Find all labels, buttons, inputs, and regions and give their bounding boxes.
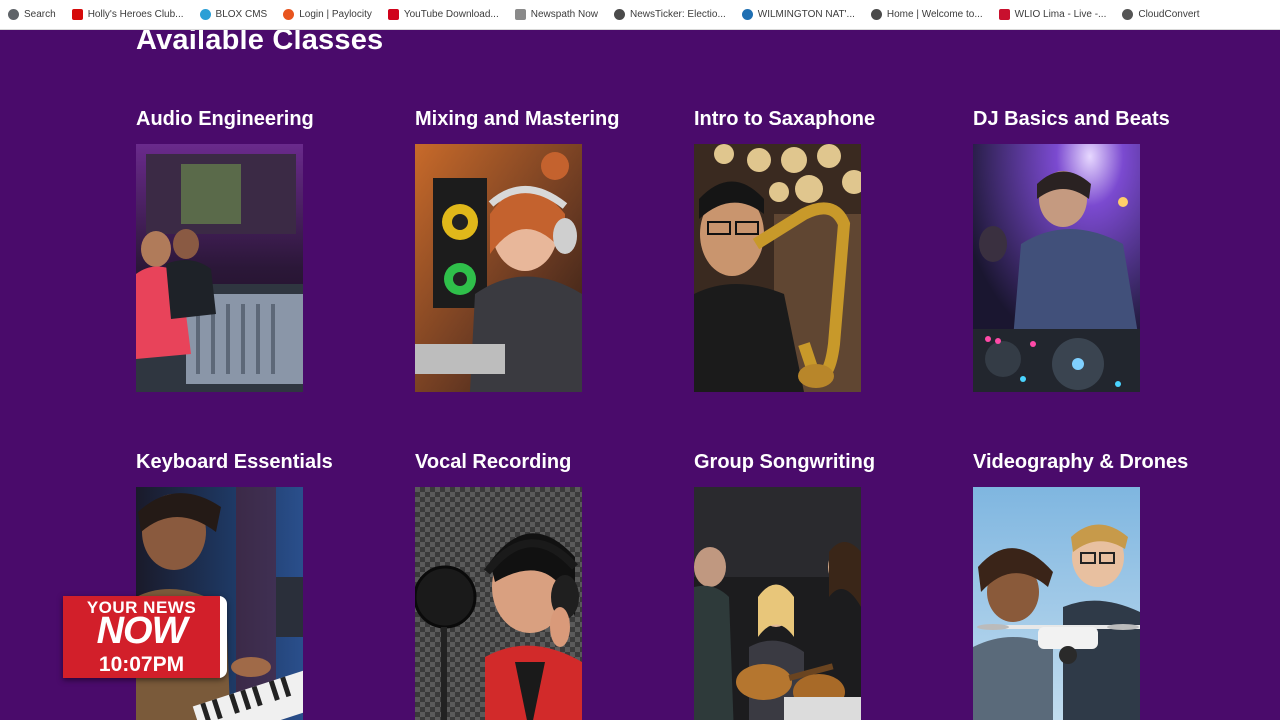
bookmark-blox-cms[interactable]: BLOX CMS bbox=[199, 4, 274, 26]
bookmark-label: BLOX CMS bbox=[215, 9, 268, 20]
globe-icon bbox=[614, 9, 626, 20]
class-title[interactable]: Videography & Drones bbox=[973, 451, 1188, 474]
news-logo-badge: YOUR NEWS NOW 10:07PM bbox=[63, 596, 227, 678]
bookmark-home-welcome[interactable]: Home | Welcome to... bbox=[870, 4, 989, 26]
class-title[interactable]: Mixing and Mastering bbox=[415, 108, 619, 131]
page-content: Available Classes Audio Engineering Mixi… bbox=[0, 30, 1280, 720]
bookmark-newspath[interactable]: Newspath Now bbox=[514, 4, 604, 26]
mixing-mastering-photo[interactable] bbox=[415, 144, 582, 392]
badge-line2: NOW bbox=[96, 610, 188, 652]
badge-time: 10:07PM bbox=[98, 653, 185, 676]
bookmark-label: Holly's Heroes Club... bbox=[87, 9, 184, 20]
bookmark-label: Login | Paylocity bbox=[299, 9, 372, 20]
cloud-icon bbox=[1122, 9, 1134, 20]
espn-icon bbox=[71, 9, 83, 20]
bookmark-label: Newspath Now bbox=[530, 9, 599, 20]
class-title[interactable]: Keyboard Essentials bbox=[136, 451, 333, 474]
bookmark-label: Search bbox=[24, 9, 56, 20]
class-title[interactable]: DJ Basics and Beats bbox=[973, 108, 1170, 131]
class-title[interactable]: Group Songwriting bbox=[694, 451, 875, 474]
bookmark-youtube-download[interactable]: YouTube Download... bbox=[387, 4, 505, 26]
bookmark-search[interactable]: Search bbox=[8, 4, 62, 26]
search-icon bbox=[8, 9, 19, 20]
bookmark-hollys-heroes[interactable]: Holly's Heroes Club... bbox=[71, 4, 190, 26]
saxophone-photo[interactable] bbox=[694, 144, 861, 392]
bookmark-label: YouTube Download... bbox=[403, 9, 499, 20]
bookmark-paylocity[interactable]: Login | Paylocity bbox=[283, 4, 378, 26]
drone-photo[interactable] bbox=[973, 487, 1140, 720]
dj-photo[interactable] bbox=[973, 144, 1140, 392]
bookmark-label: WILMINGTON NAT'... bbox=[757, 9, 855, 20]
youtube-download-icon bbox=[387, 9, 399, 20]
bookmark-label: NewsTicker: Electio... bbox=[630, 9, 726, 20]
blox-icon bbox=[199, 9, 211, 20]
globe-icon bbox=[870, 9, 882, 20]
bookmark-wilmington[interactable]: WILMINGTON NAT'... bbox=[741, 4, 861, 26]
vocal-recording-photo[interactable] bbox=[415, 487, 582, 720]
bank-icon bbox=[741, 9, 753, 20]
bookmark-newsticker[interactable]: NewsTicker: Electio... bbox=[614, 4, 732, 26]
songwriting-photo[interactable] bbox=[694, 487, 861, 720]
bookmarks-bar: Search Holly's Heroes Club... BLOX CMS L… bbox=[0, 0, 1280, 30]
audio-engineering-photo[interactable] bbox=[136, 144, 303, 392]
class-title[interactable]: Intro to Saxaphone bbox=[694, 108, 875, 131]
bookmark-wlio-lima[interactable]: WLIO Lima - Live -... bbox=[998, 4, 1113, 26]
wlio-icon bbox=[998, 9, 1010, 20]
bookmark-label: Home | Welcome to... bbox=[886, 9, 983, 20]
paylocity-icon bbox=[283, 9, 295, 20]
bookmark-label: CloudConvert bbox=[1138, 9, 1200, 20]
document-icon bbox=[514, 9, 526, 20]
bookmark-cloudconvert[interactable]: CloudConvert bbox=[1122, 4, 1205, 26]
bookmark-label: WLIO Lima - Live -... bbox=[1014, 9, 1107, 20]
class-title[interactable]: Audio Engineering bbox=[136, 108, 314, 131]
page-title: Available Classes bbox=[136, 30, 384, 56]
class-title[interactable]: Vocal Recording bbox=[415, 451, 571, 474]
